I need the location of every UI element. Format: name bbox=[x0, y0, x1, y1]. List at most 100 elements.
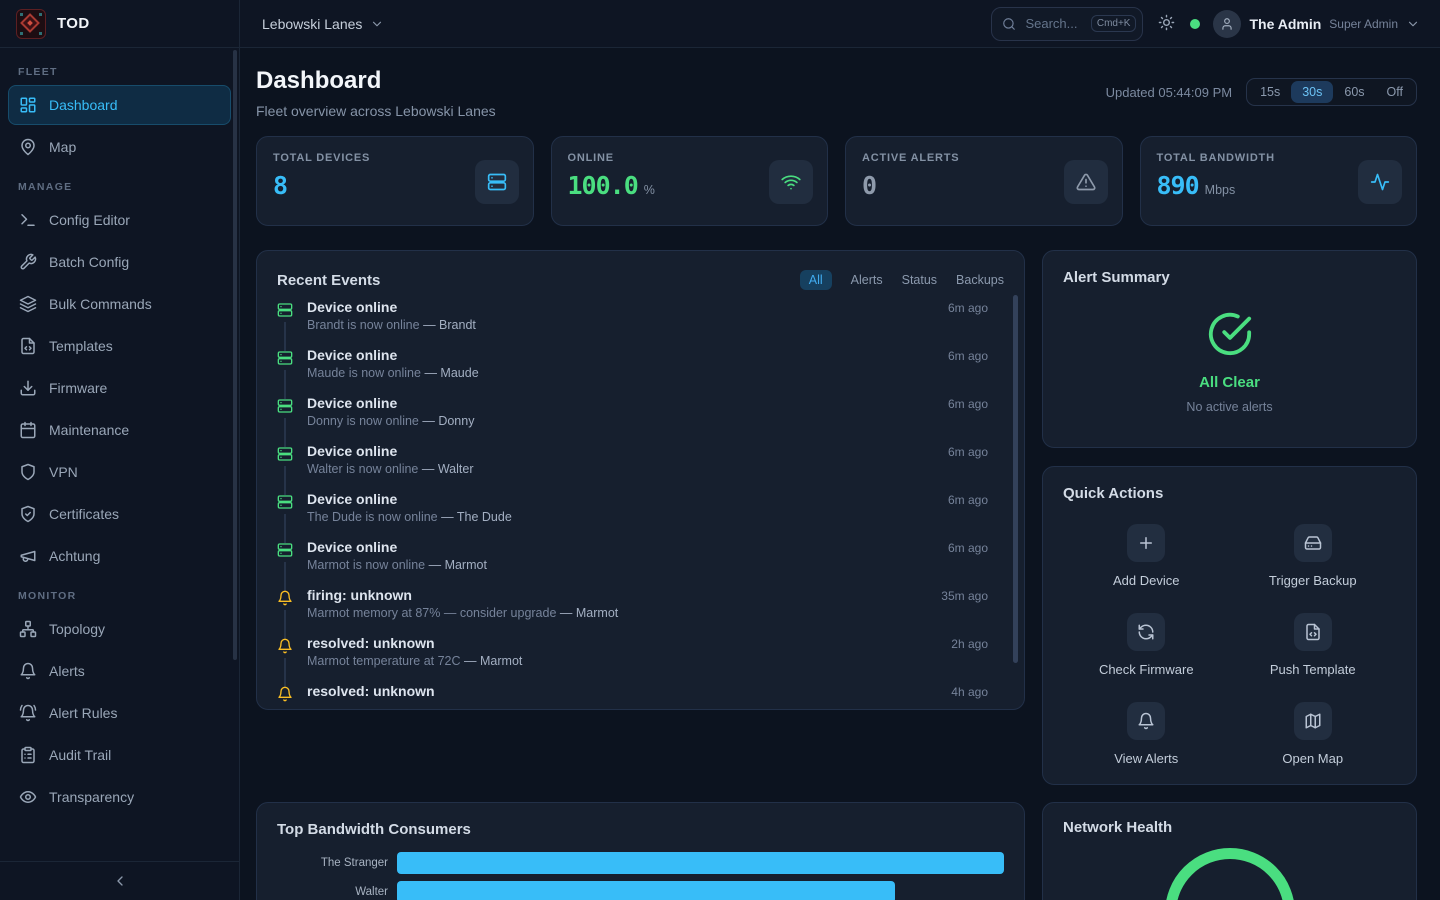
event-time: 6m ago bbox=[948, 445, 988, 459]
event-title: Device online bbox=[307, 299, 397, 315]
refresh-interval-control: 15s30s60sOff bbox=[1246, 78, 1417, 106]
sidebar-item-audit-trail[interactable]: Audit Trail bbox=[8, 735, 231, 775]
event-title: resolved: unknown bbox=[307, 683, 435, 699]
plus-icon bbox=[1137, 534, 1155, 552]
sidebar-item-config-editor[interactable]: Config Editor bbox=[8, 200, 231, 240]
quick-actions-panel: Quick Actions Add Device Trigger Backup … bbox=[1042, 466, 1417, 785]
quick-action-iconbox bbox=[1294, 613, 1332, 651]
bandwidth-row-bar bbox=[397, 881, 895, 900]
sidebar-item-vpn[interactable]: VPN bbox=[8, 452, 231, 492]
sidebar-item-batch-config[interactable]: Batch Config bbox=[8, 242, 231, 282]
user-menu[interactable]: The Admin Super Admin bbox=[1213, 10, 1420, 38]
network-health-gauge: 100 bbox=[1165, 848, 1295, 900]
event-message: Brandt is now online bbox=[307, 318, 420, 332]
refresh-option-off[interactable]: Off bbox=[1376, 81, 1414, 103]
theme-toggle-button[interactable] bbox=[1156, 12, 1177, 36]
event-title: Device online bbox=[307, 395, 397, 411]
quick-action-open-map[interactable]: Open Map bbox=[1230, 702, 1397, 766]
quick-action-label: View Alerts bbox=[1114, 751, 1178, 766]
event-time: 2h ago bbox=[951, 637, 988, 651]
bell-icon bbox=[277, 638, 293, 654]
sidebar-section: FLEET Dashboard Map bbox=[8, 66, 231, 167]
nav-item-label: VPN bbox=[49, 464, 78, 480]
stat-iconbox bbox=[1358, 160, 1402, 204]
avatar bbox=[1213, 10, 1241, 38]
events-filter-tabs: All Alerts Status Backups bbox=[800, 270, 1004, 290]
quick-action-add-device[interactable]: Add Device bbox=[1063, 524, 1230, 588]
sidebar-item-alert-rules[interactable]: Alert Rules bbox=[8, 693, 231, 733]
check-circle-icon bbox=[1207, 311, 1253, 357]
bell-ring-icon bbox=[19, 704, 37, 722]
sidebar: FLEET Dashboard Map MANAGE Config Editor… bbox=[0, 48, 240, 900]
app-logo-icon bbox=[16, 9, 46, 39]
quick-action-check-firmware[interactable]: Check Firmware bbox=[1063, 613, 1230, 677]
stat-iconbox bbox=[1064, 160, 1108, 204]
sidebar-item-dashboard[interactable]: Dashboard bbox=[8, 85, 231, 125]
app-window: TOD Lebowski Lanes Cmd+K The Admin Super… bbox=[0, 0, 1440, 900]
recent-events-title: Recent Events bbox=[277, 272, 380, 289]
quick-action-iconbox bbox=[1127, 524, 1165, 562]
event-title: Device online bbox=[307, 491, 397, 507]
events-tab-backups[interactable]: Backups bbox=[956, 270, 1004, 290]
event-row[interactable]: Device online 6m ago Donny is now online… bbox=[277, 395, 988, 443]
sidebar-item-transparency[interactable]: Transparency bbox=[8, 777, 231, 817]
event-row[interactable]: Device online 6m ago Maude is now online… bbox=[277, 347, 988, 395]
quick-action-push-template[interactable]: Push Template bbox=[1230, 613, 1397, 677]
bandwidth-row-label: Walter bbox=[277, 886, 397, 898]
refresh-option-30s[interactable]: 30s bbox=[1291, 81, 1333, 103]
event-message: Donny is now online bbox=[307, 414, 419, 428]
event-title: Device online bbox=[307, 539, 397, 555]
event-row[interactable]: Device online 6m ago Walter is now onlin… bbox=[277, 443, 988, 491]
bandwidth-row: The Stranger bbox=[277, 852, 1004, 874]
sidebar-item-achtung[interactable]: Achtung bbox=[8, 536, 231, 576]
event-message: Marmot is now online bbox=[307, 558, 425, 572]
stat-value: 890 bbox=[1157, 171, 1199, 200]
event-row[interactable]: firing: unknown 35m ago Marmot memory at… bbox=[277, 587, 988, 635]
refresh-option-15s[interactable]: 15s bbox=[1249, 81, 1291, 103]
sidebar-item-topology[interactable]: Topology bbox=[8, 609, 231, 649]
map-icon bbox=[1304, 712, 1322, 730]
events-tab-alerts[interactable]: Alerts bbox=[851, 270, 883, 290]
network-health-title: Network Health bbox=[1063, 819, 1172, 836]
events-tab-status[interactable]: Status bbox=[902, 270, 937, 290]
sidebar-item-templates[interactable]: Templates bbox=[8, 326, 231, 366]
page-title: Dashboard bbox=[256, 66, 496, 96]
nav-item-label: Map bbox=[49, 139, 76, 155]
event-device: — The Dude bbox=[441, 510, 512, 524]
bell-icon bbox=[1137, 712, 1155, 730]
event-message: Maude is now online bbox=[307, 366, 421, 380]
quick-action-trigger-backup[interactable]: Trigger Backup bbox=[1230, 524, 1397, 588]
brand: TOD bbox=[0, 0, 240, 47]
updated-timestamp: Updated 05:44:09 PM bbox=[1106, 85, 1232, 100]
quick-action-label: Open Map bbox=[1282, 751, 1343, 766]
event-row[interactable]: Device online 6m ago Brandt is now onlin… bbox=[277, 299, 988, 347]
sidebar-item-alerts[interactable]: Alerts bbox=[8, 651, 231, 691]
events-tab-all[interactable]: All bbox=[800, 270, 832, 290]
quick-action-view-alerts[interactable]: View Alerts bbox=[1063, 702, 1230, 766]
user-role: Super Admin bbox=[1329, 17, 1398, 31]
sidebar-section: MANAGE Config Editor Batch Config Bulk C… bbox=[8, 181, 231, 576]
sidebar-item-bulk-commands[interactable]: Bulk Commands bbox=[8, 284, 231, 324]
sidebar-item-firmware[interactable]: Firmware bbox=[8, 368, 231, 408]
events-scrollbar-thumb[interactable] bbox=[1013, 295, 1018, 663]
event-row[interactable]: Device online 6m ago Marmot is now onlin… bbox=[277, 539, 988, 587]
event-row[interactable]: resolved: unknown 2h ago Marmot temperat… bbox=[277, 635, 988, 683]
event-row[interactable]: Device online 6m ago The Dude is now onl… bbox=[277, 491, 988, 539]
search-box[interactable]: Cmd+K bbox=[991, 7, 1143, 41]
event-row[interactable]: resolved: unknown 4h ago bbox=[277, 683, 988, 710]
search-input[interactable] bbox=[1023, 15, 1083, 32]
alert-triangle-icon bbox=[1076, 172, 1096, 192]
event-subtitle: Maude is now online — Maude bbox=[307, 366, 988, 380]
sidebar-collapse-button[interactable] bbox=[0, 861, 239, 900]
recent-events-panel: Recent Events All Alerts Status Backups Dev… bbox=[256, 250, 1025, 710]
quick-action-iconbox bbox=[1127, 702, 1165, 740]
sidebar-item-maintenance[interactable]: Maintenance bbox=[8, 410, 231, 450]
sidebar-scrollbar-thumb[interactable] bbox=[233, 50, 237, 660]
refresh-option-60s[interactable]: 60s bbox=[1333, 81, 1375, 103]
nav-item-label: Topology bbox=[49, 621, 105, 637]
server-icon bbox=[277, 494, 293, 510]
fleet-selector[interactable]: Lebowski Lanes bbox=[256, 15, 390, 33]
sidebar-item-certificates[interactable]: Certificates bbox=[8, 494, 231, 534]
sidebar-item-map[interactable]: Map bbox=[8, 127, 231, 167]
topbar-main: Lebowski Lanes Cmd+K The Admin Super Adm… bbox=[240, 0, 1440, 47]
